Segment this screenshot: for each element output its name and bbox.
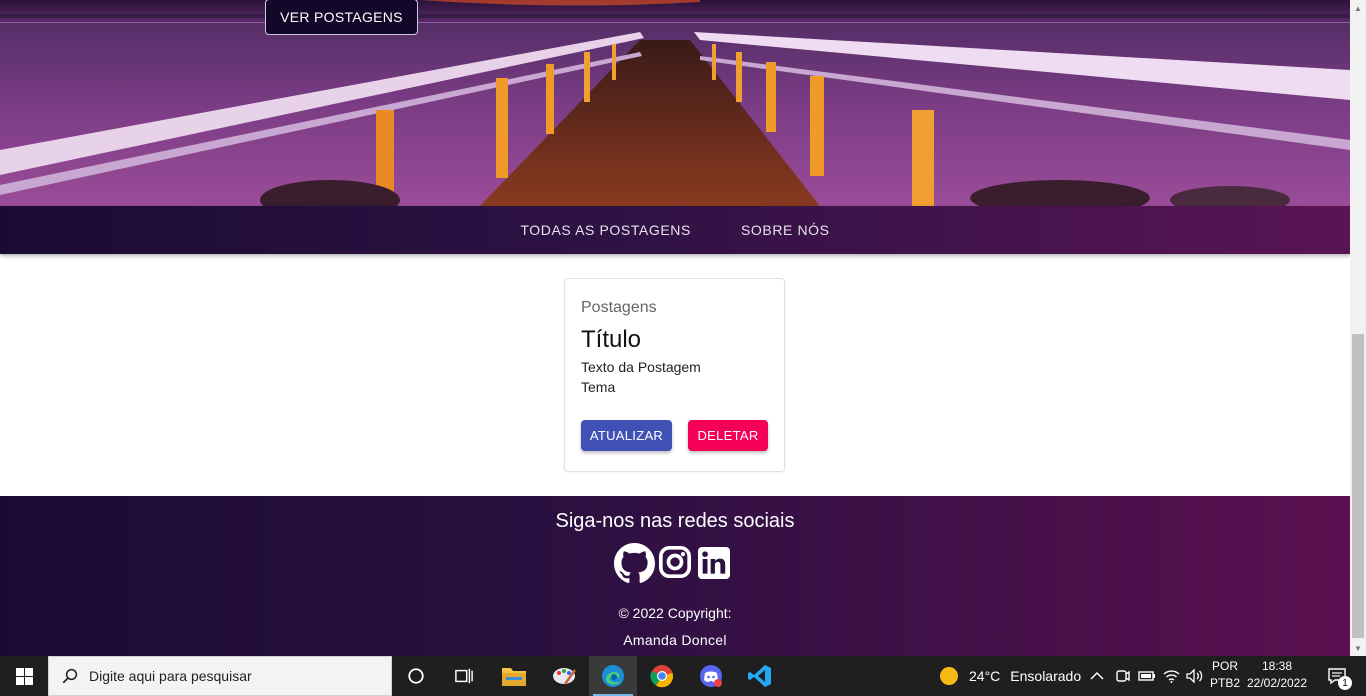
meet-now-icon[interactable] — [1116, 656, 1130, 696]
battery-icon[interactable] — [1138, 656, 1156, 696]
search-icon — [62, 668, 78, 684]
browser-viewport: VER POSTAGENS TODAS AS POSTAGENS SOBRE N… — [0, 0, 1350, 656]
nav-item-all-posts[interactable]: TODAS AS POSTAGENS — [520, 222, 691, 238]
post-title: Título — [581, 326, 642, 353]
post-card: Postagens Título Texto da Postagem Tema … — [564, 278, 785, 472]
weather-temp: 24°C — [969, 668, 1001, 684]
post-category: Postagens — [581, 299, 657, 316]
wifi-icon[interactable] — [1163, 656, 1180, 696]
cortana-icon[interactable] — [392, 656, 440, 696]
taskbar-search-box[interactable]: Digite aqui para pesquisar — [48, 656, 392, 696]
language-code: POR — [1211, 659, 1238, 673]
sun-icon — [940, 667, 958, 685]
weather-condition: Ensolarado — [1010, 668, 1082, 684]
hero-banner: VER POSTAGENS — [0, 0, 1350, 206]
linkedin-icon[interactable] — [698, 547, 730, 584]
paint-icon[interactable] — [540, 656, 588, 696]
search-placeholder: Digite aqui para pesquisar — [89, 668, 252, 684]
show-hidden-icons-chevron-icon[interactable] — [1090, 656, 1104, 696]
nav-item-about-us[interactable]: SOBRE NÓS — [741, 222, 830, 238]
edge-icon[interactable] — [589, 656, 637, 696]
delete-button[interactable]: DELETAR — [688, 420, 768, 451]
post-theme: Tema — [581, 379, 616, 395]
view-posts-button[interactable]: VER POSTAGENS — [265, 0, 418, 35]
notification-center-icon[interactable]: 1 — [1322, 656, 1352, 696]
weather-widget[interactable]: 24°C Ensolarado — [938, 656, 1081, 696]
footer-title: Siga-nos nas redes sociais — [555, 510, 795, 532]
main-nav: TODAS AS POSTAGENS SOBRE NÓS — [0, 206, 1350, 254]
taskbar-clock[interactable]: 18:38 22/02/2022 — [1244, 658, 1310, 692]
discord-icon[interactable] — [687, 656, 735, 696]
scroll-down-arrow-icon[interactable]: ▼ — [1350, 640, 1366, 656]
scrollbar-thumb[interactable] — [1352, 334, 1364, 638]
clock-date: 22/02/2022 — [1246, 676, 1308, 690]
clock-time: 18:38 — [1261, 659, 1293, 673]
file-explorer-icon[interactable] — [490, 656, 538, 696]
vscode-icon[interactable] — [736, 656, 784, 696]
task-view-icon[interactable] — [440, 656, 488, 696]
instagram-icon[interactable] — [658, 545, 692, 584]
social-links — [614, 543, 734, 583]
update-button[interactable]: ATUALIZAR — [581, 420, 672, 451]
pier-sunset-image — [0, 0, 1350, 206]
windows-taskbar: Digite aqui para pesquisar 24°C Ensolara… — [0, 656, 1366, 696]
copyright-text: © 2022 Copyright: — [618, 605, 732, 621]
input-language[interactable]: POR PTB2 — [1208, 658, 1242, 692]
notification-count-badge: 1 — [1338, 676, 1352, 690]
github-icon[interactable] — [614, 543, 655, 589]
post-text: Texto da Postagem — [581, 359, 701, 375]
windows-start-icon[interactable] — [0, 656, 48, 696]
footer: Siga-nos nas redes sociais © 2022 Copyri… — [0, 496, 1350, 656]
chrome-icon[interactable] — [638, 656, 686, 696]
volume-icon[interactable] — [1186, 656, 1204, 696]
author-link[interactable]: Amanda Doncel — [0, 632, 1350, 648]
keyboard-layout: PTB2 — [1209, 676, 1240, 690]
scroll-up-arrow-icon[interactable]: ▲ — [1350, 0, 1366, 16]
